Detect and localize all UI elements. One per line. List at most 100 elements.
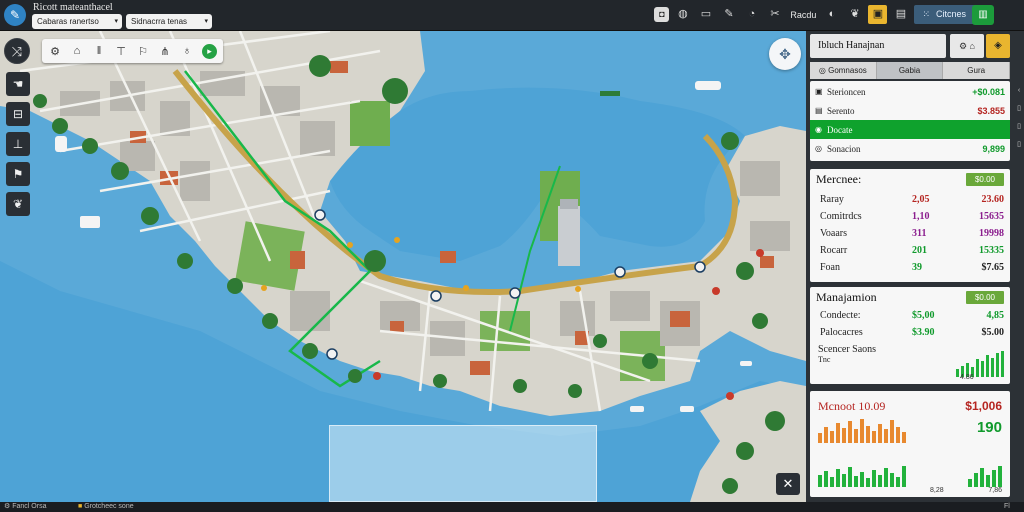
document-icon[interactable]: ▯ [1014,118,1024,136]
tab-0[interactable]: ◎ Gomnasos [810,62,877,79]
tab-1[interactable]: Gabia [876,62,944,79]
chevron-left-icon[interactable]: ‹ [1014,82,1024,100]
stats-badge[interactable]: $0.00 [965,173,1004,186]
flag-icon[interactable]: ⚐ [136,45,150,58]
tab-2[interactable]: Gura [943,62,1011,79]
budget-foot-left: 8,28 [930,487,944,494]
lamp-icon[interactable]: ♁ [180,45,194,57]
list-item-value: +$0.081 [972,86,1005,97]
crane-icon[interactable]: ⊥ [6,132,30,156]
document-icon[interactable]: ▯ [1014,136,1024,154]
list-item-name: Serento [827,105,855,116]
stat-value: 2,05 [912,194,930,205]
management-badge[interactable]: $0.00 [965,291,1004,304]
management-title: Manajamion [816,290,877,304]
list-item-value: $3.855 [977,105,1005,116]
grid-icon: ⁙ [922,9,930,19]
tools-icon[interactable]: ✂ [765,5,784,24]
pencil-icon[interactable]: ✎ [719,5,738,24]
list-item[interactable]: ▣ Sterioncen +$0.081 [810,82,1010,101]
hand-icon[interactable]: ☚ [6,72,30,96]
crane-icon[interactable]: ⊤ [114,45,128,58]
stat-label: Voaars [820,228,848,239]
circle-icon: ◎ [815,144,822,153]
list-item-selected[interactable]: ◉ Docate [810,120,1010,139]
half-circle-icon[interactable]: ◐ [822,5,841,24]
toolbar-label: Racdu [790,9,817,20]
status-mid-text: Grotcheec sone [84,503,134,510]
management-panel: Ibluch Hanajnan ⚙ ⌂ ◈ ◎ Gomnasos Gabia G… [806,31,1024,502]
leaf-icon[interactable]: ❦ [845,5,864,24]
side-mini-toolbar: ‹ ▯ ▯ ▯ [1014,82,1024,154]
selection-overlay[interactable] [329,425,597,502]
list-item[interactable]: ▤ Serento $3.855 [810,101,1010,120]
management-card: Manajamion $0.00 Condecte: $5,00 4,85 Palo… [810,287,1010,384]
chat-icon[interactable]: ◔ [742,5,761,24]
stat-value: $5.00 [981,327,1005,338]
list-item[interactable]: ◎ Sonacion 9,899 [810,139,1010,158]
leaf-icon[interactable]: ❦ [6,192,30,216]
mode-dropdown-value: Sidnacrra tenas [131,17,188,26]
stats-icon[interactable]: ▥ [972,5,994,25]
gold-badge-icon[interactable]: ▣ [868,5,888,24]
stat-row: Condecte: $5,00 4,85 [810,307,1010,324]
city-dropdown-value: Cabaras ranertso [37,17,99,26]
stat-row: Rocarr 201 15335 [810,242,1010,259]
budget-title: Mcnoot 10.09 [818,399,886,413]
pause-icon[interactable]: ‖ [92,45,106,57]
coin-icon[interactable]: ◈ [986,34,1010,58]
left-tool-rail: ⤨ ☚ ⊟ ⊥ ⚑ ❦ [4,38,32,222]
stat-value: 15335 [979,245,1004,256]
stat-value: $3.90 [912,327,935,338]
app-logo-icon[interactable]: ✎ [4,4,26,26]
list-item-name: Sonacion [827,143,861,154]
document-icon[interactable]: ▤ [891,5,910,24]
panel-title: Ibluch Hanajnan [810,34,946,58]
stat-value: 39 [912,262,922,273]
app-title: Ricott mateanthacel [33,2,113,13]
close-icon[interactable]: ✕ [776,473,800,495]
stat-value: 1,10 [912,211,930,222]
chart-axis-label: 4.86 [960,374,974,381]
stats-card: Mercnee: $0.00 Raray 2,05 23.60 Comitrdcs 1… [810,169,1010,282]
city-dropdown[interactable]: Cabaras ranertso ▾ [32,14,122,29]
building-icon[interactable]: ⌂ [70,45,84,57]
compass-icon[interactable]: ✥ [769,38,801,70]
list-item-name: Docate [827,124,853,135]
bulldozer-icon[interactable]: ⚙ [48,45,62,58]
stat-label: Raray [820,194,844,205]
stat-value: 19998 [979,228,1004,239]
chevron-down-icon: ▾ [114,18,118,25]
stat-value: 4,85 [986,310,1005,321]
city-map[interactable] [0,31,806,502]
budget-card: Mcnoot 10.09 $1,006 190 8,28 7,86 [810,391,1010,497]
stat-row: Foan 39 $7.65 [810,259,1010,276]
stat-label: Condecte: [820,310,861,321]
circle-icon: ◉ [815,125,822,134]
citizens-button[interactable]: ⁙ Citcnes [914,5,978,24]
settings-icon[interactable]: ⚙ ⌂ [950,34,984,58]
stat-value: 201 [912,245,927,256]
flag-icon[interactable]: ⚑ [6,162,30,186]
route-icon[interactable]: ⤨ [4,38,30,64]
globe-icon[interactable]: ◍ [673,5,692,24]
monitor-icon[interactable]: ▭ [696,5,715,24]
bus-icon[interactable]: ⊟ [6,102,30,126]
tab-label: Gomnasos [828,66,867,75]
leaf-icon: ▣ [815,87,823,96]
chevron-down-icon: ▾ [204,18,208,25]
stat-value: $5,00 [912,310,935,321]
green-dot-icon[interactable]: ▸ [202,43,217,59]
tab-icon: ◎ [818,66,829,75]
budget-foot-right: 7,86 [988,487,1002,494]
top-toolbar: ✎ Ricott mateanthacel Cabaras ranertso ▾… [0,0,1024,31]
stats-header: Mercnee: $0.00 [810,169,1010,187]
list-item-value: 9,899 [982,143,1005,154]
document-icon[interactable]: ▯ [1014,100,1024,118]
mode-dropdown[interactable]: Sidnacrra tenas ▾ [126,14,212,29]
stat-label: Comitrdcs [820,211,862,222]
signal-icon[interactable]: ⋔ [158,45,172,58]
stat-row: Raray 2,05 23.60 [810,191,1010,208]
camera-icon[interactable]: ◘ [654,7,670,22]
stat-value: 15635 [979,211,1004,222]
